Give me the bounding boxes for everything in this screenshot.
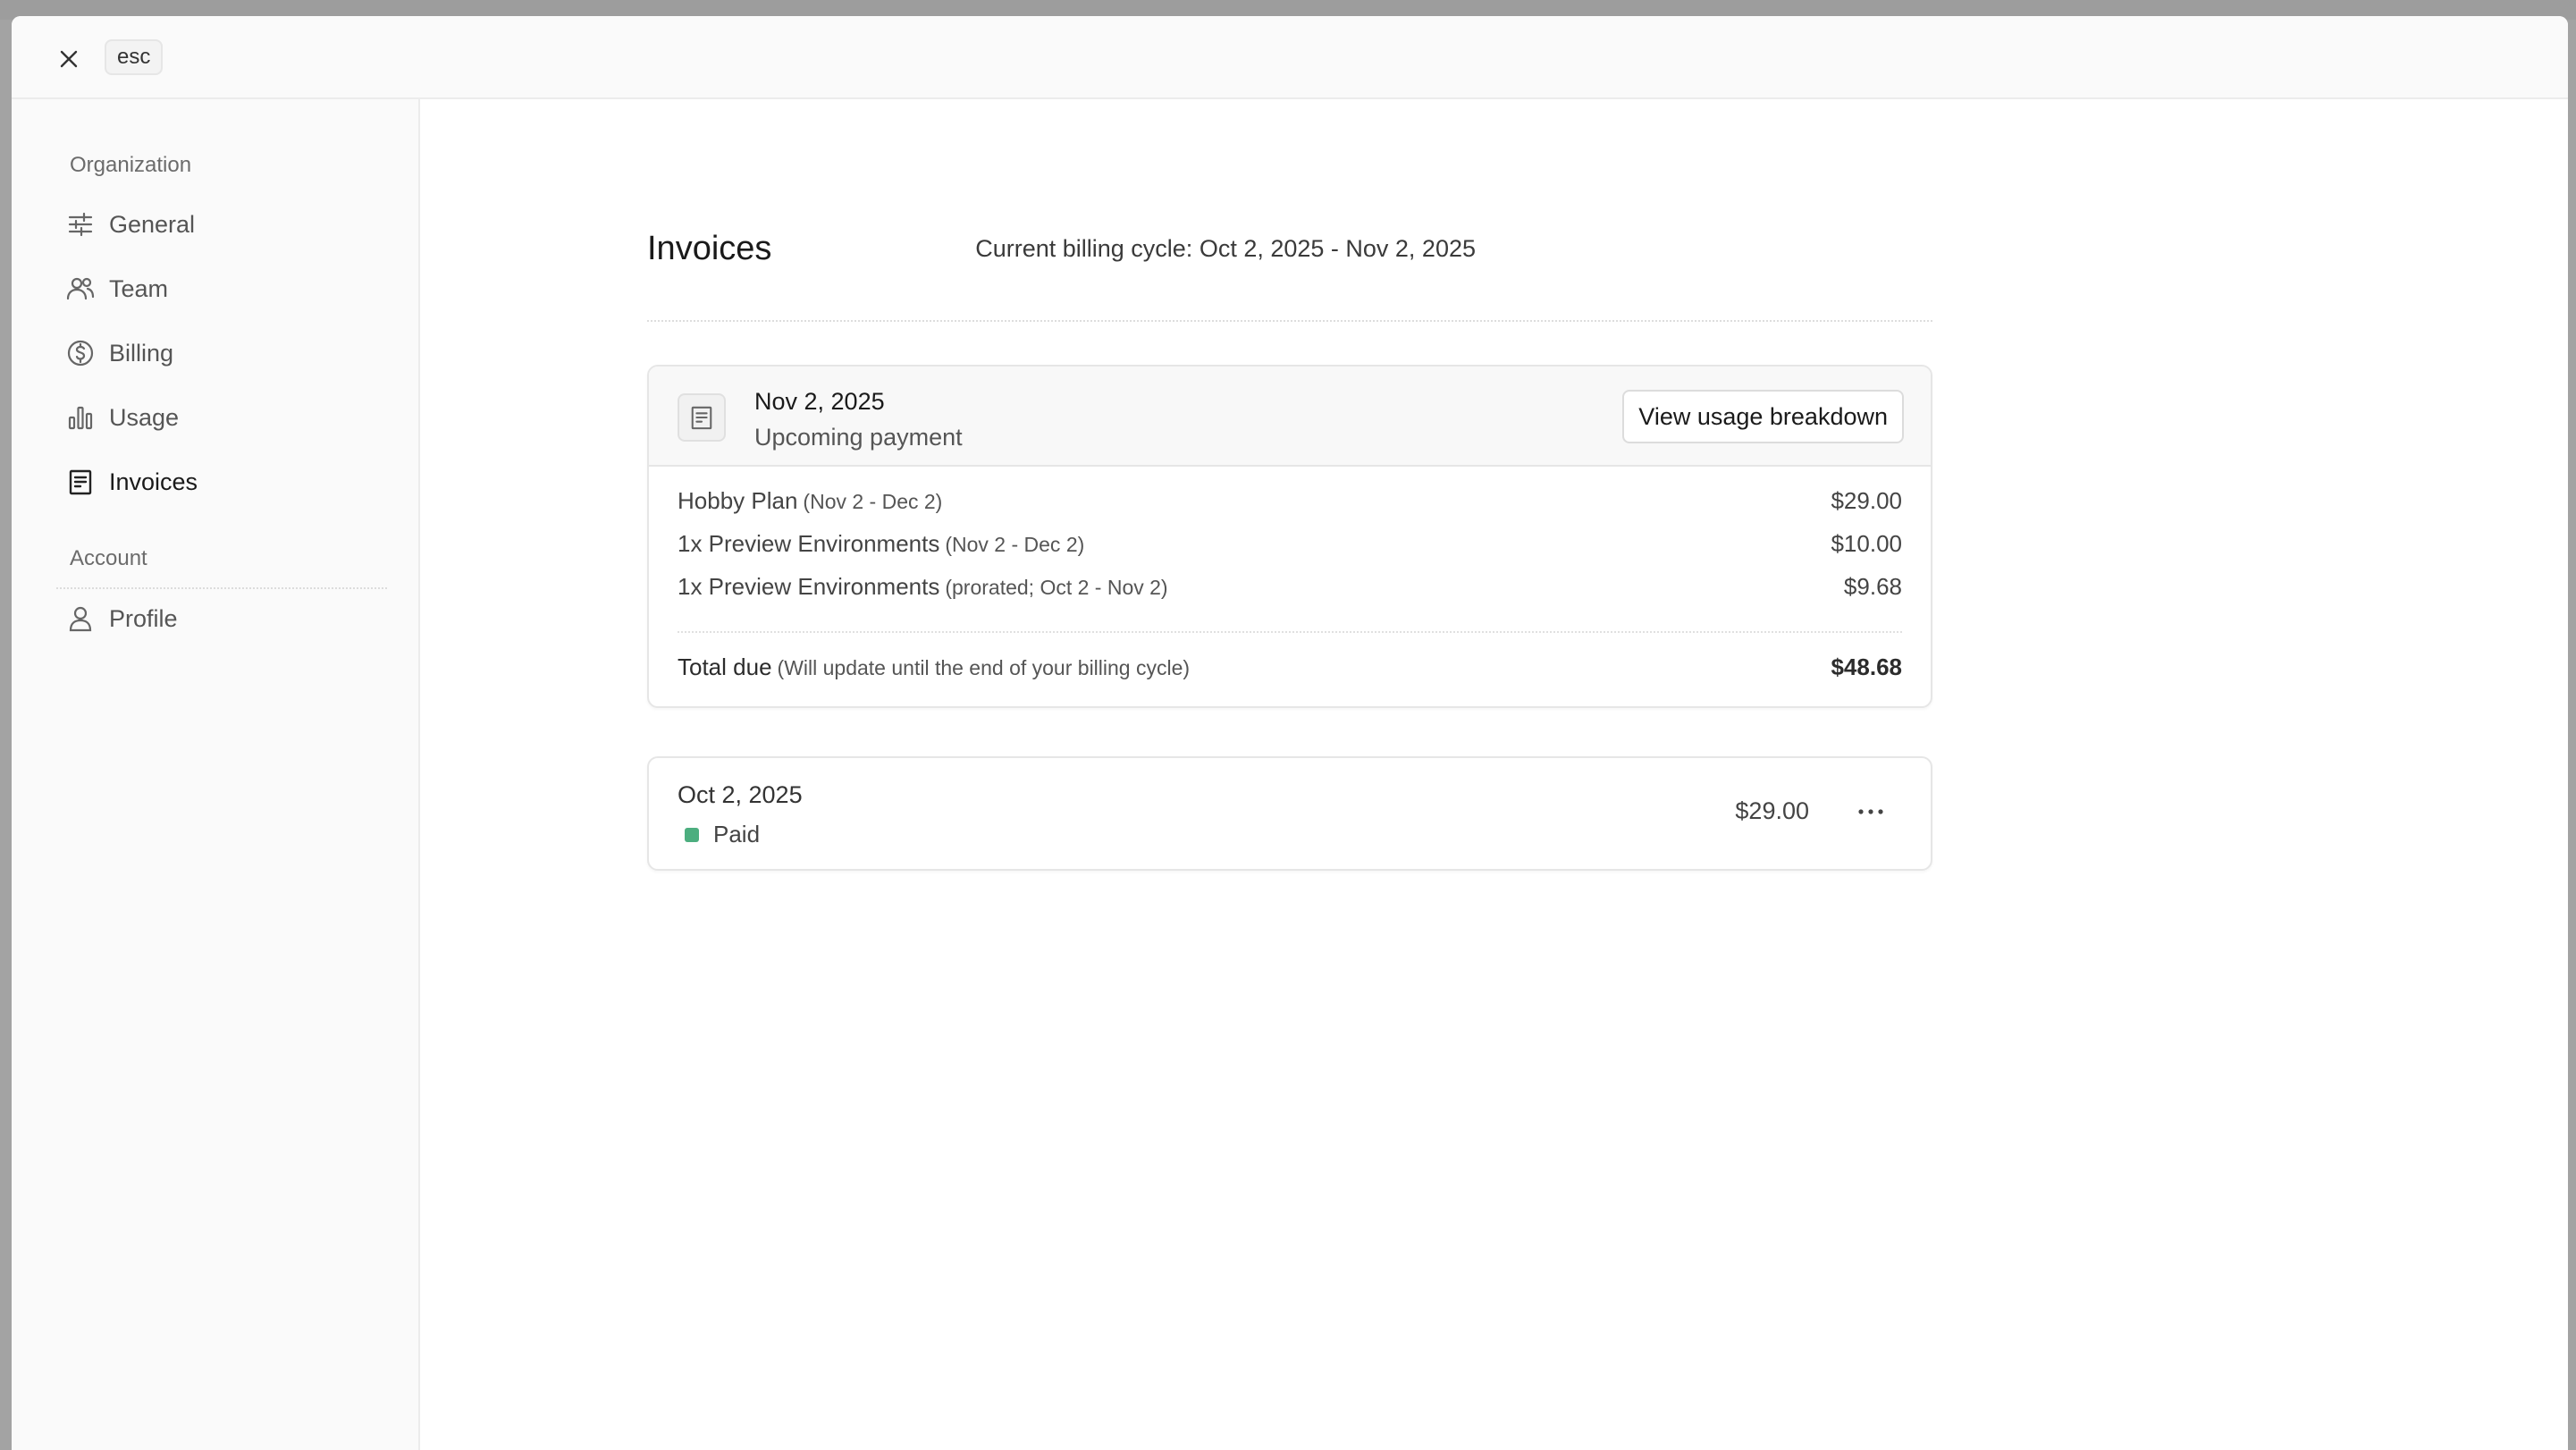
sidebar-item-label: Invoices xyxy=(109,468,198,495)
total-due-note: (Will update until the end of your billi… xyxy=(777,655,1191,679)
upcoming-invoice-subtitle: Upcoming payment xyxy=(754,424,963,451)
past-invoice-amount: $29.00 xyxy=(1735,797,1809,824)
line-item-amount: $9.68 xyxy=(1843,572,1902,600)
sidebar-item-billing[interactable]: Billing xyxy=(65,328,387,378)
line-item-label: 1x Preview Environments xyxy=(678,529,940,557)
sidebar-item-label: Usage xyxy=(109,403,180,431)
billing-cycle-text: Current billing cycle: Oct 2, 2025 - Nov… xyxy=(975,235,1476,262)
invoices-panel: Invoices Current billing cycle: Oct 2, 2… xyxy=(420,99,2568,1450)
sidebar-item-usage[interactable]: Usage xyxy=(65,392,387,443)
close-button[interactable] xyxy=(53,43,85,75)
line-items-divider xyxy=(678,631,1902,633)
sliders-icon xyxy=(65,209,96,240)
total-due-label: Total due xyxy=(678,653,772,680)
line-item-period: (prorated; Oct 2 - Nov 2) xyxy=(945,575,1168,599)
dollar-circle-icon xyxy=(65,338,96,368)
settings-sidebar: Organization General Team Billing Usage … xyxy=(12,99,420,1450)
upcoming-invoice-header: Nov 2, 2025 Upcoming payment View usage … xyxy=(649,367,1931,467)
sidebar-item-label: Billing xyxy=(109,339,174,367)
line-item-label: Hobby Plan xyxy=(678,486,798,514)
status-text: Paid xyxy=(713,821,761,847)
receipt-icon xyxy=(65,467,96,497)
sidebar-item-label: Profile xyxy=(109,604,178,632)
close-icon xyxy=(60,50,78,68)
invoice-line-item: 1x Preview Environments (Nov 2 - Dec 2) $… xyxy=(678,527,1902,560)
upcoming-invoice-date: Nov 2, 2025 xyxy=(754,388,885,415)
line-item-amount: $10.00 xyxy=(1831,529,1902,557)
sidebar-item-profile[interactable]: Profile xyxy=(65,594,387,644)
status-dot xyxy=(685,827,699,842)
sidebar-item-label: General xyxy=(109,210,196,238)
upcoming-invoice-card: Nov 2, 2025 Upcoming payment View usage … xyxy=(647,365,1932,708)
ellipsis-icon xyxy=(1858,809,1883,814)
more-options-button[interactable] xyxy=(1850,794,1891,830)
status-badge: Paid xyxy=(685,821,760,848)
esc-shortcut-badge: esc xyxy=(105,39,164,75)
title-divider xyxy=(647,320,1932,322)
sidebar-divider xyxy=(56,587,387,589)
section-label-account: Account xyxy=(70,546,147,570)
bar-chart-icon xyxy=(65,402,96,433)
total-due-row: Total due (Will update until the end of y… xyxy=(678,651,1902,683)
sidebar-item-team[interactable]: Team xyxy=(65,264,387,314)
sidebar-item-general[interactable]: General xyxy=(65,199,387,249)
total-due-amount: $48.68 xyxy=(1831,653,1902,680)
past-invoice-card: Oct 2, 2025 Paid $29.00 xyxy=(647,756,1932,871)
page-title: Invoices xyxy=(647,230,772,267)
invoice-line-item: 1x Preview Environments (prorated; Oct 2 … xyxy=(678,570,1902,603)
line-item-period: (Nov 2 - Dec 2) xyxy=(803,489,943,513)
line-item-amount: $29.00 xyxy=(1831,486,1902,514)
line-item-period: (Nov 2 - Dec 2) xyxy=(945,532,1085,556)
section-label-organization: Organization xyxy=(70,153,192,177)
user-icon xyxy=(65,603,96,634)
sidebar-item-invoices[interactable]: Invoices xyxy=(65,457,387,507)
settings-modal: esc Organization General Team Billing Us… xyxy=(12,16,2568,1450)
receipt-icon xyxy=(678,393,726,442)
line-item-label: 1x Preview Environments xyxy=(678,572,940,600)
team-icon xyxy=(65,274,96,304)
sidebar-item-label: Team xyxy=(109,274,169,302)
past-invoice-date: Oct 2, 2025 xyxy=(678,781,803,808)
invoice-line-item: Hobby Plan (Nov 2 - Dec 2) $29.00 xyxy=(678,485,1902,517)
view-usage-breakdown-button[interactable]: View usage breakdown xyxy=(1622,390,1904,443)
modal-topbar: esc xyxy=(12,16,2568,99)
